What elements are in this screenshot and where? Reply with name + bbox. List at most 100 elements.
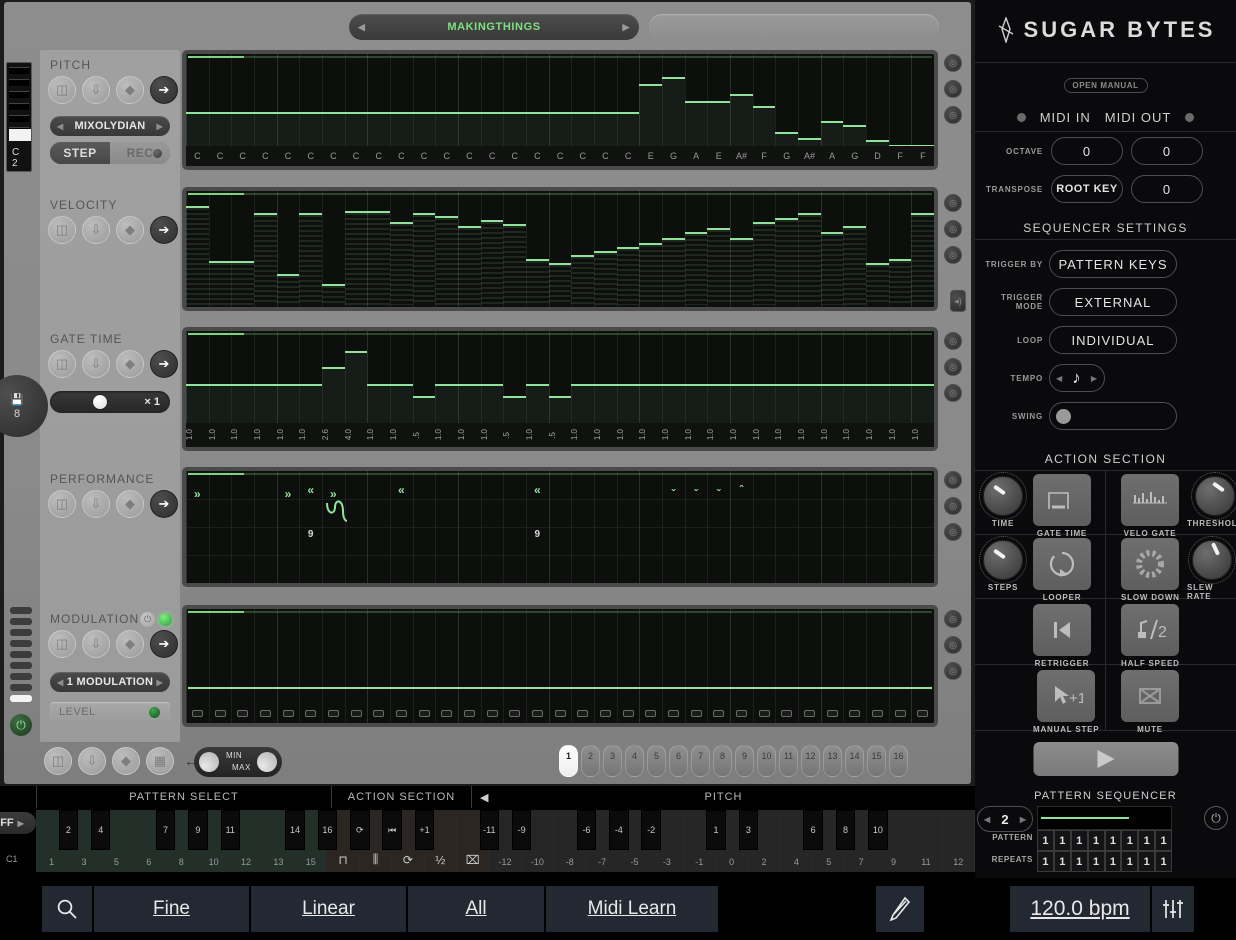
key-black--11[interactable]: -11 — [479, 810, 500, 850]
gate-lane-option-2[interactable]: ◎ — [944, 358, 962, 376]
midi-learn-button[interactable]: Midi Learn — [546, 886, 718, 932]
dpad-icon[interactable]: ◆ — [116, 630, 144, 658]
key-pitch-12[interactable]: 12 — [942, 810, 975, 872]
pitch-lane-option-3[interactable]: ◎ — [944, 106, 962, 124]
modulation-step-cell[interactable] — [418, 710, 430, 717]
mod-lane-option-3[interactable]: ◎ — [944, 662, 962, 680]
key-action-manual-step-icon[interactable]: +1 — [414, 810, 435, 850]
psq-pattern-cell-5[interactable]: 1 — [1104, 830, 1122, 851]
modulation-step-cell[interactable] — [237, 710, 249, 717]
psq-repeats-cell-3[interactable]: 1 — [1070, 851, 1088, 872]
modulation-step-cell[interactable] — [441, 710, 453, 717]
modulation-step-cell[interactable] — [849, 710, 861, 717]
power-icon[interactable]: ⏻ — [140, 612, 155, 627]
action-looper[interactable]: LOOPER — [1033, 538, 1091, 602]
preset-next-icon[interactable]: ▶ — [622, 22, 630, 33]
pattern-button-10[interactable]: 10 — [757, 745, 776, 777]
key-black-3[interactable]: 3 — [738, 810, 759, 850]
load-icon[interactable]: ⇩ — [82, 76, 110, 104]
psq-repeats-cell-5[interactable]: 1 — [1104, 851, 1122, 872]
key-range-strip[interactable]: C 2 — [6, 62, 32, 172]
key-black--9[interactable]: -9 — [511, 810, 532, 850]
scale-next-icon[interactable]: ▶ — [157, 122, 163, 131]
modulation-step-cell[interactable] — [826, 710, 838, 717]
perf-lane-option-1[interactable]: ◎ — [944, 471, 962, 489]
load-icon[interactable]: ⇩ — [82, 216, 110, 244]
modulation-lane[interactable] — [182, 605, 938, 727]
trigger-mode-value[interactable]: EXTERNAL — [1049, 288, 1177, 316]
shift-right-icon[interactable]: ➔ — [150, 350, 178, 378]
modulation-step-cell[interactable] — [577, 710, 589, 717]
pattern-button-14[interactable]: 14 — [845, 745, 864, 777]
key-black--2[interactable]: -2 — [641, 810, 661, 850]
preset-selector[interactable]: ◀ MAKINGTHINGS ▶ — [349, 14, 639, 40]
tempo-prev-icon[interactable]: ◀ — [1056, 374, 1063, 383]
threshold-knob[interactable] — [1191, 472, 1236, 520]
modulation-slot-selector[interactable]: ◀ 1 MODULATION ▶ — [50, 672, 170, 692]
pitch-lane-option-2[interactable]: ◎ — [944, 80, 962, 98]
pitch-lane-option-1[interactable]: ◎ — [944, 54, 962, 72]
copy-icon[interactable]: ◫ — [48, 76, 76, 104]
action-slew-rate[interactable]: SLEW RATE — [1187, 536, 1236, 601]
octave-out-value[interactable]: 0 — [1131, 137, 1203, 165]
pattern-sequencer-number[interactable]: ◀ 2 ▶ — [977, 806, 1033, 832]
transpose-out-value[interactable]: 0 — [1131, 175, 1203, 203]
rec-button[interactable]: REC — [110, 142, 170, 164]
psq-pattern-cell-1[interactable]: 1 — [1037, 830, 1054, 851]
load-icon[interactable]: ⇩ — [82, 490, 110, 518]
swing-slider[interactable] — [1049, 402, 1177, 430]
action-gate-time[interactable]: GATE TIME — [1033, 474, 1091, 538]
action-mute[interactable]: MUTE — [1121, 670, 1179, 734]
randomize-icon[interactable]: ▦ — [146, 747, 174, 775]
max-knob[interactable] — [257, 752, 277, 772]
key-pitch-11[interactable]: 11 — [910, 810, 943, 872]
pattern-button-9[interactable]: 9 — [735, 745, 754, 777]
performance-grid[interactable]: »» «» ««ˇ ˇ ˇ ˆ 9 9 — [186, 471, 934, 583]
performance-marker[interactable]: ˆ — [730, 483, 753, 497]
action-steps[interactable]: STEPS — [979, 536, 1027, 592]
modulation-step-cell[interactable] — [803, 710, 815, 717]
modulation-grid[interactable] — [186, 609, 934, 723]
action-velo-gate[interactable]: VELO GATE — [1121, 474, 1179, 538]
open-manual-button[interactable]: OPEN MANUAL — [1063, 78, 1148, 93]
psq-pattern-cell-2[interactable]: 1 — [1053, 830, 1071, 851]
psq-pattern-row[interactable]: 11111111 — [1037, 830, 1172, 851]
pattern-button-16[interactable]: 16 — [889, 745, 908, 777]
key-black-11[interactable]: 11 — [220, 810, 240, 850]
dpad-icon[interactable]: ◆ — [116, 490, 144, 518]
key-action-looper-icon[interactable]: ⟳ — [350, 810, 370, 850]
performance-marker[interactable]: » — [277, 487, 300, 501]
trigger-by-value[interactable]: PATTERN KEYS — [1049, 250, 1177, 278]
modulation-step-cell[interactable] — [191, 710, 203, 717]
key-black-6[interactable]: 6 — [803, 810, 823, 850]
psq-pattern-cell-8[interactable]: 1 — [1155, 830, 1172, 851]
performance-lane[interactable]: »» «» ««ˇ ˇ ˇ ˆ 9 9 — [182, 467, 938, 587]
flip-icon[interactable]: ◆ — [112, 747, 140, 775]
pattern-button-4[interactable]: 4 — [625, 745, 644, 777]
pitch-lane[interactable]: C C C C C C C C C C C C C C C C C C C C E G A E A# F G A# A G D F F — [182, 50, 938, 170]
octave-in-value[interactable]: 0 — [1051, 137, 1123, 165]
all-button[interactable]: All — [408, 886, 544, 932]
psq-progress-bar[interactable] — [1037, 806, 1172, 830]
psq-repeats-cell-7[interactable]: 1 — [1138, 851, 1156, 872]
dpad-icon[interactable]: ◆ — [116, 216, 144, 244]
tempo-next-icon[interactable]: ▶ — [1091, 374, 1098, 383]
copy-icon[interactable]: ◫ — [48, 630, 76, 658]
psq-repeats-cell-2[interactable]: 1 — [1053, 851, 1071, 872]
modulation-step-cell[interactable] — [463, 710, 475, 717]
velocity-lane-option-2[interactable]: ◎ — [944, 220, 962, 238]
performance-marker[interactable]: ˇ — [707, 487, 730, 501]
modulation-step-cell[interactable] — [486, 710, 498, 717]
velocity-lane[interactable] — [182, 187, 938, 311]
pattern-button-7[interactable]: 7 — [691, 745, 710, 777]
modulation-step-cell[interactable] — [531, 710, 543, 717]
psq-repeats-cell-1[interactable]: 1 — [1037, 851, 1054, 872]
action-manual-step[interactable]: +1 MANUAL STEP — [1033, 670, 1099, 734]
velocity-lane-option-1[interactable]: ◎ — [944, 194, 962, 212]
gate-time-icon[interactable] — [1033, 474, 1091, 526]
pattern-button-8[interactable]: 8 — [713, 745, 732, 777]
key-black--6[interactable]: -6 — [576, 810, 597, 850]
modulation-step-cell[interactable] — [622, 710, 634, 717]
time-knob[interactable] — [979, 472, 1027, 520]
performance-marker[interactable]: ˇ — [662, 487, 685, 501]
